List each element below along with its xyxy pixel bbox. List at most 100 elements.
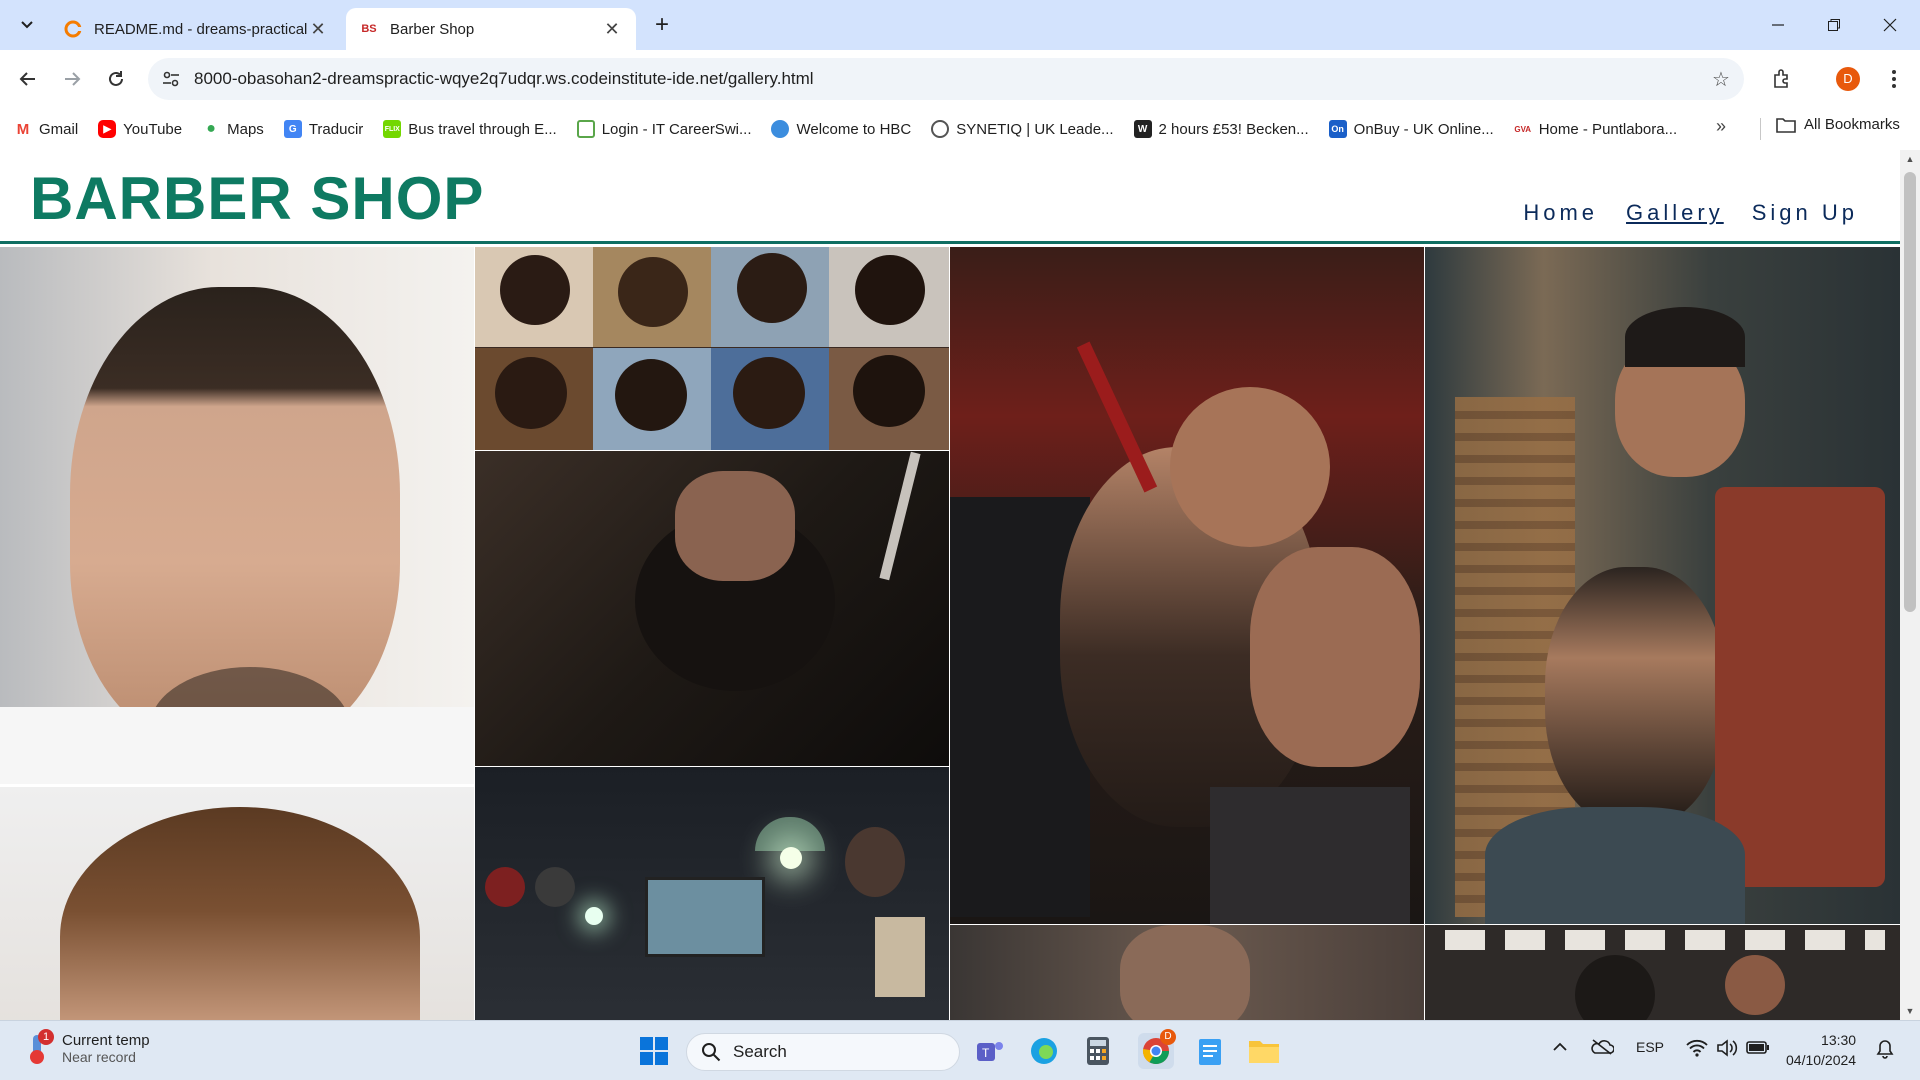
- weather-widget[interactable]: 1 Current temp Near record: [24, 1029, 150, 1065]
- puzzle-icon: [1774, 69, 1788, 88]
- reload-button[interactable]: [100, 63, 132, 95]
- bookmark-flixbus[interactable]: FLIX Bus travel through E...: [383, 120, 557, 138]
- bookmark-youtube[interactable]: ▶ YouTube: [98, 120, 182, 138]
- page-scrollbar[interactable]: ▲ ▼: [1900, 150, 1920, 1020]
- scroll-up-icon[interactable]: ▲: [1900, 154, 1920, 164]
- site-info-icon[interactable]: [148, 70, 194, 88]
- bookmark-translate[interactable]: G Traducir: [283, 120, 363, 138]
- folder-icon: [1249, 1041, 1279, 1063]
- site-header: BARBER SHOP Home Gallery Sign Up: [0, 150, 1900, 244]
- battery-icon[interactable]: [1746, 1039, 1770, 1058]
- search-icon: [702, 1043, 721, 1062]
- volume-icon[interactable]: [1716, 1039, 1738, 1060]
- gallery-image-straight-razor-shave: [950, 247, 1424, 924]
- tab-strip: README.md - dreams-practical ✕ BS Barber…: [0, 0, 1920, 50]
- restore-icon: [1828, 19, 1840, 31]
- close-icon[interactable]: ✕: [602, 19, 622, 40]
- arrow-left-icon: [19, 72, 35, 86]
- scroll-down-icon[interactable]: ▼: [1900, 1006, 1920, 1016]
- weather-title: Current temp: [62, 1031, 150, 1049]
- bookmark-gmail[interactable]: M Gmail: [14, 120, 78, 138]
- translate-icon: G: [283, 120, 302, 138]
- close-icon[interactable]: ✕: [308, 19, 328, 40]
- codeanywhere-favicon-icon: [64, 20, 82, 38]
- tab-title: Barber Shop: [390, 20, 475, 38]
- bookmark-maps[interactable]: ● Maps: [202, 120, 264, 138]
- extensions-button[interactable]: [1766, 63, 1798, 95]
- bookmarks-overflow-chevron-icon[interactable]: »: [1716, 116, 1726, 137]
- browser-window: README.md - dreams-practical ✕ BS Barber…: [0, 0, 1920, 1020]
- gallery-image-bearded-man: [950, 925, 1424, 1020]
- notifications-bell-icon[interactable]: [1876, 1039, 1894, 1062]
- nav-home[interactable]: Home: [1523, 200, 1598, 226]
- url-text[interactable]: 8000-obasohan2-dreamspractic-wqye2q7udqr…: [194, 69, 1698, 89]
- new-tab-button[interactable]: +: [648, 12, 676, 40]
- main-nav: Home Gallery Sign Up: [1495, 200, 1858, 226]
- bookmarks-bar: M Gmail ▶ YouTube ● Maps G Traducir FLIX Bus …: [0, 108, 1920, 150]
- notepad-app[interactable]: [1192, 1033, 1228, 1069]
- profile-avatar[interactable]: D: [1836, 67, 1860, 91]
- language-indicator[interactable]: ESP: [1636, 1039, 1664, 1055]
- bookmark-star-icon[interactable]: ☆: [1698, 67, 1744, 92]
- youtube-icon: ▶: [98, 120, 117, 138]
- gallery-image-barber-styling: [1425, 247, 1900, 924]
- windows-logo-icon: [640, 1037, 668, 1065]
- tab-search-button[interactable]: [12, 10, 42, 40]
- nav-gallery[interactable]: Gallery: [1626, 200, 1724, 226]
- site-logo[interactable]: BARBER SHOP: [30, 164, 484, 233]
- bookmarks-divider: [1760, 118, 1761, 140]
- clock-time: 13:30: [1821, 1032, 1857, 1048]
- back-button[interactable]: [12, 63, 44, 95]
- gallery-image-salon-lights: [1425, 925, 1900, 1020]
- gallery-image-textured-crop: [0, 787, 474, 1020]
- bookmark-synetiq[interactable]: SYNETIQ | UK Leade...: [931, 120, 1114, 138]
- onbuy-icon: On: [1328, 120, 1347, 138]
- taskbar-search[interactable]: Search: [686, 1033, 960, 1071]
- tab-barber-shop[interactable]: BS Barber Shop ✕: [346, 8, 636, 50]
- address-bar[interactable]: 8000-obasohan2-dreamspractic-wqye2q7udqr…: [148, 58, 1744, 100]
- bookmark-onbuy[interactable]: On OnBuy - UK Online...: [1328, 120, 1494, 138]
- restore-button[interactable]: [1806, 0, 1862, 50]
- chrome-app[interactable]: D: [1138, 1029, 1176, 1069]
- close-window-button[interactable]: [1862, 0, 1918, 50]
- bookmark-puntlabora[interactable]: GVA Home - Puntlabora...: [1513, 120, 1677, 138]
- teams-icon: T: [977, 1042, 1003, 1061]
- calculator-app[interactable]: [1080, 1033, 1116, 1069]
- synetiq-icon: [931, 120, 950, 138]
- careerswitch-icon: [576, 120, 595, 138]
- reload-icon: [109, 71, 123, 86]
- bookmark-hbc[interactable]: Welcome to HBC: [771, 120, 911, 138]
- all-bookmarks-button[interactable]: All Bookmarks: [1776, 116, 1900, 133]
- arrow-right-icon: [65, 72, 81, 86]
- onedrive-icon[interactable]: [1590, 1039, 1615, 1058]
- page-viewport: BARBER SHOP Home Gallery Sign Up ▲ ▼: [0, 150, 1920, 1020]
- flixbus-icon: FLIX: [383, 120, 402, 138]
- thermometer-icon: 1: [24, 1029, 54, 1065]
- menu-button[interactable]: [1878, 63, 1910, 95]
- wifi-icon[interactable]: [1686, 1039, 1708, 1060]
- show-hidden-icons-chevron-icon[interactable]: [1552, 1039, 1568, 1055]
- w-icon: W: [1133, 120, 1152, 138]
- system-clock[interactable]: 13:30 04/10/2024: [1786, 1030, 1856, 1070]
- clock-date: 04/10/2024: [1786, 1052, 1857, 1068]
- forward-button[interactable]: [56, 63, 88, 95]
- start-button[interactable]: [636, 1033, 672, 1069]
- bookmark-beckenham[interactable]: W2 hours £53! Becken...: [1133, 120, 1309, 138]
- bookmark-careerswitch[interactable]: Login - IT CareerSwi...: [576, 120, 751, 138]
- weather-subtitle: Near record: [62, 1048, 136, 1065]
- edge-app[interactable]: [1026, 1033, 1062, 1069]
- gva-icon: GVA: [1513, 120, 1532, 138]
- gmail-icon: M: [14, 120, 32, 138]
- gallery-grid: [0, 247, 1900, 1020]
- minimize-icon: [1772, 24, 1784, 26]
- tab-title: README.md - dreams-practical: [94, 20, 308, 38]
- browser-toolbar: 8000-obasohan2-dreamspractic-wqye2q7udqr…: [0, 50, 1920, 108]
- tab-readme[interactable]: README.md - dreams-practical ✕: [50, 8, 342, 50]
- close-icon: [1883, 18, 1897, 32]
- teams-app[interactable]: T: [972, 1033, 1008, 1069]
- file-explorer-app[interactable]: [1246, 1033, 1282, 1069]
- maps-icon: ●: [202, 120, 221, 138]
- nav-sign-up[interactable]: Sign Up: [1752, 200, 1858, 226]
- scrollbar-thumb[interactable]: [1904, 172, 1916, 612]
- minimize-button[interactable]: [1750, 0, 1806, 50]
